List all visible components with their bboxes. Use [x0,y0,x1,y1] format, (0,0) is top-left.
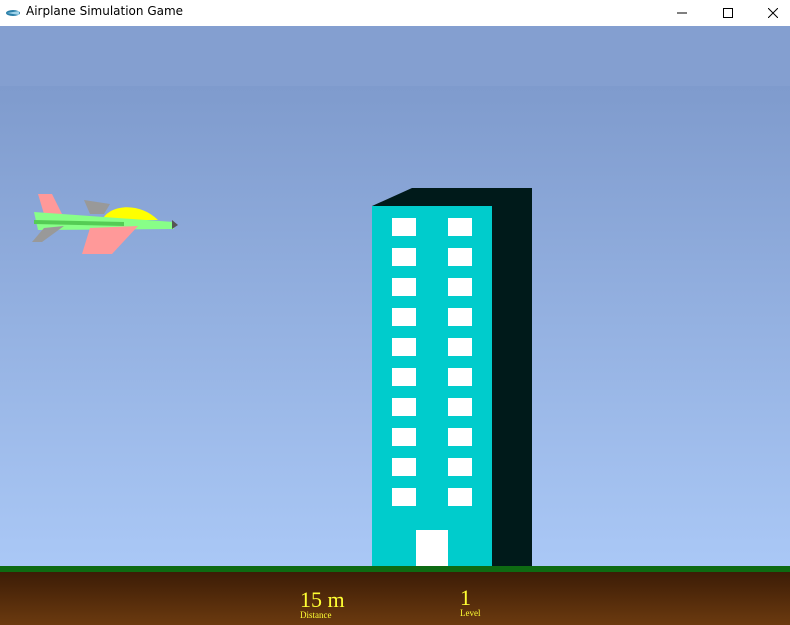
minimize-button[interactable] [659,0,705,26]
player-airplane [32,194,178,254]
distance-readout: 15 m Distance [300,587,360,621]
building-window [448,338,472,356]
distance-label: Distance [300,610,332,620]
minimize-icon [677,12,687,14]
building-window [448,458,472,476]
building-window [448,218,472,236]
building-window [448,248,472,266]
building-window [392,248,416,266]
maximize-button[interactable] [705,0,751,26]
building [372,188,532,568]
game-canvas[interactable]: 15 m Distance 1 Level [0,26,790,625]
building-window [392,428,416,446]
level-label: Level [460,608,481,618]
building-window [448,398,472,416]
building-window [448,488,472,506]
building-window [392,218,416,236]
distance-value: 15 m [300,587,345,612]
building-window [392,488,416,506]
building-door [416,530,448,568]
level-value: 1 [460,585,471,610]
building-window [448,278,472,296]
building-window [392,308,416,326]
close-button[interactable] [750,0,790,26]
title-bar[interactable]: Airplane Simulation Game [0,0,790,26]
window-title: Airplane Simulation Game [26,4,184,18]
building-window [392,398,416,416]
sky-top-band [0,26,790,86]
airplane-app-icon [5,5,21,19]
ground [0,572,790,625]
building-window [448,308,472,326]
building-window [448,428,472,446]
building-window [392,368,416,386]
maximize-icon [723,8,733,18]
building-window [392,458,416,476]
level-readout: 1 Level [460,585,500,619]
building-window [392,278,416,296]
close-icon [768,8,778,18]
building-window [392,338,416,356]
building-window [448,368,472,386]
